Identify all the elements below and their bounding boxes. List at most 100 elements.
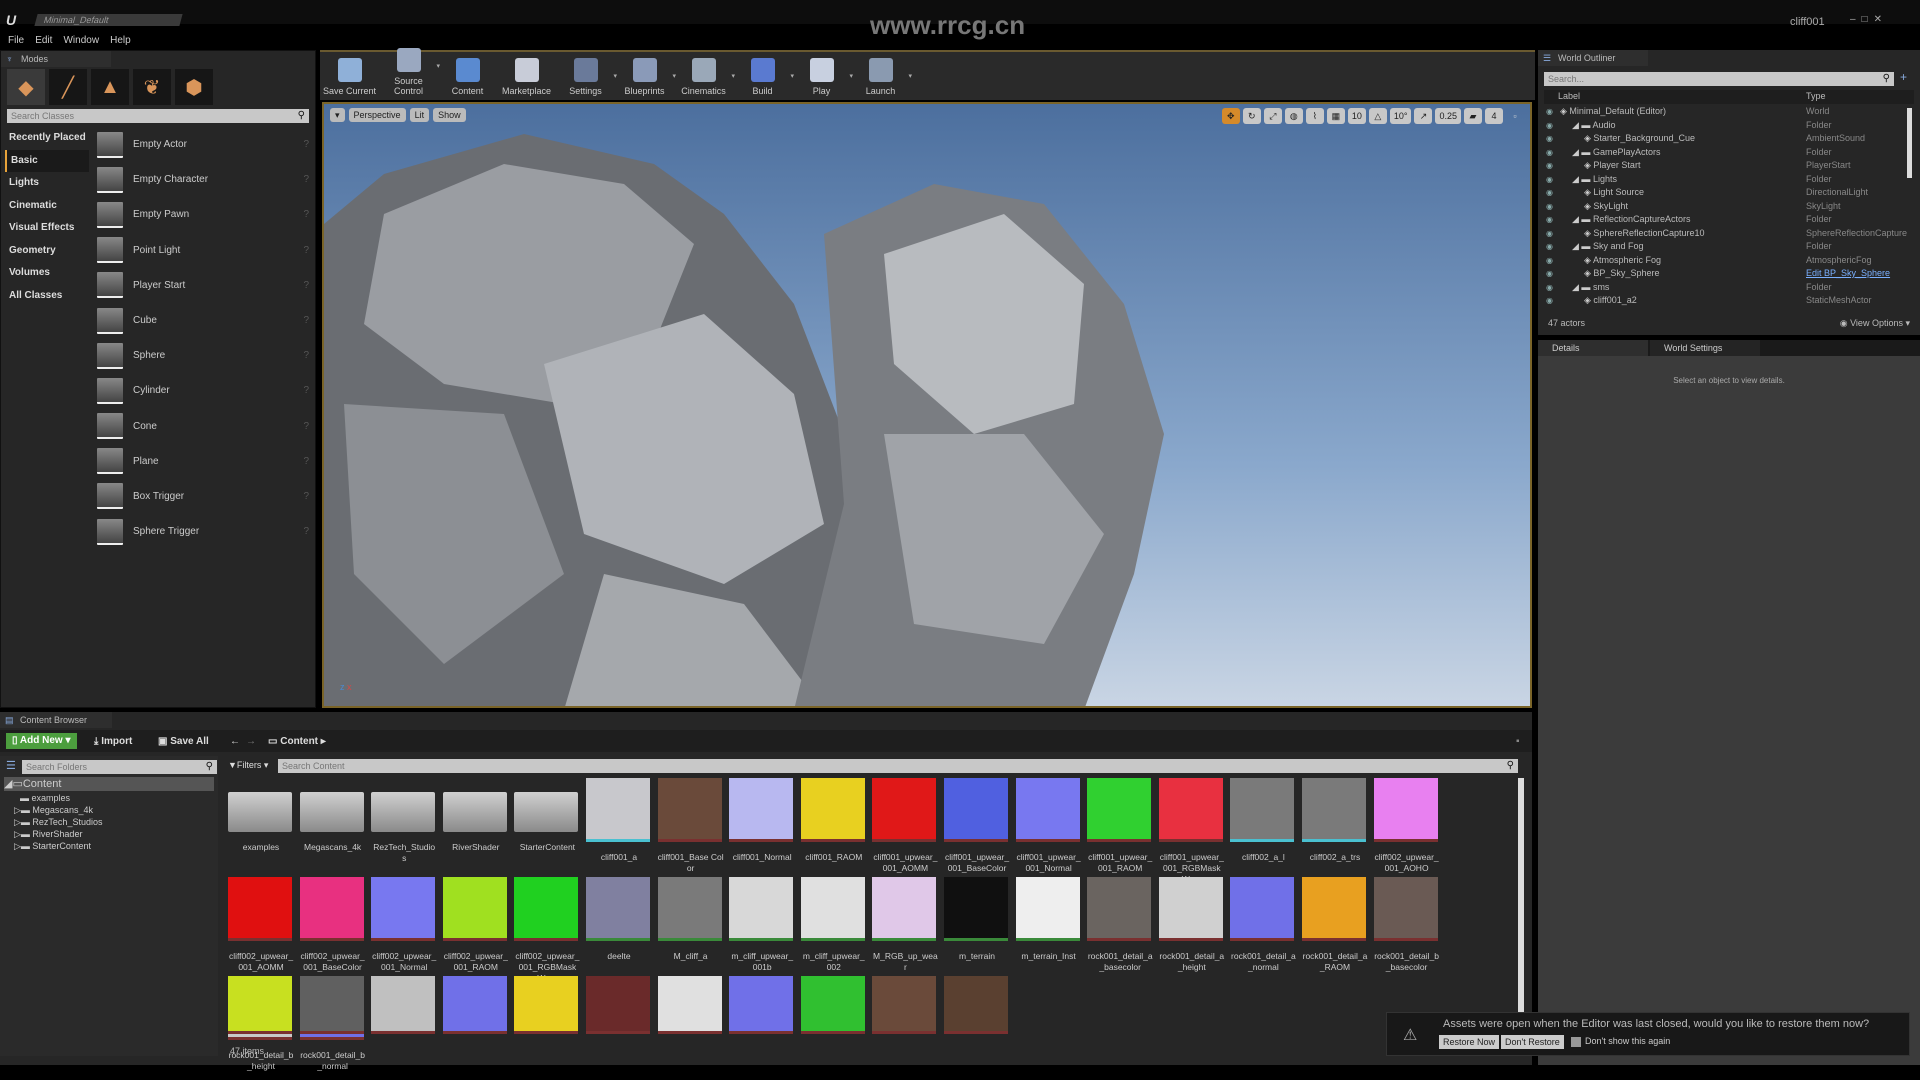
asset-tile[interactable]: rock001_detail_a_height (1158, 877, 1225, 973)
viewport-options-dropdown[interactable]: ▾ (330, 108, 345, 122)
world-outliner-tab[interactable]: ☰ World Outliner (1538, 50, 1648, 66)
asset-tile[interactable] (657, 976, 724, 1034)
asset-tile[interactable] (800, 976, 867, 1034)
category-visual-effects[interactable]: Visual Effects (5, 217, 89, 240)
visibility-eye-icon[interactable]: ◉ (1546, 200, 1553, 214)
place-item-empty-character[interactable]: Empty Character? (93, 162, 313, 197)
outliner-row[interactable]: ◉ ◢ ▬ sms Folder (1544, 281, 1900, 295)
foliage-mode-icon[interactable]: ❦ (133, 69, 171, 105)
category-geometry[interactable]: Geometry (5, 240, 89, 263)
outliner-row[interactable]: ◉ ◈ SphereReflectionCapture10 SphereReflec… (1544, 227, 1907, 241)
help-icon[interactable]: ? (303, 315, 309, 326)
details-tab[interactable]: Details (1538, 340, 1648, 356)
outliner-row[interactable]: ◉ ◈ BP_Sky_Sphere Edit BP_Sky_Sphere (1544, 267, 1900, 281)
help-icon[interactable]: ? (303, 139, 309, 150)
asset-tile[interactable]: cliff002_upwear_001_AOMM (228, 877, 294, 973)
help-icon[interactable]: ? (303, 526, 309, 537)
landscape-mode-icon[interactable]: ▲ (91, 69, 129, 105)
search-content-input[interactable]: Search Content ⚲ (278, 759, 1518, 773)
angle-icon[interactable]: △ (1368, 108, 1387, 124)
show-button[interactable]: Show (433, 108, 466, 122)
search-classes-input[interactable]: Search Classes ⚲ (7, 109, 309, 123)
visibility-eye-icon[interactable]: ◉ (1546, 213, 1553, 227)
outliner-row[interactable]: ◉ ◈ Minimal_Default (Editor) World (1544, 105, 1900, 119)
launch-button[interactable]: Launch ▾ (851, 58, 912, 100)
maximize-viewport-icon[interactable]: ▫ (1506, 108, 1524, 124)
asset-tile[interactable]: M_cliff_a (657, 877, 724, 962)
marketplace-button[interactable]: Marketplace (497, 58, 556, 100)
outliner-row[interactable]: ◉ ◢ ▬ Audio Folder (1544, 119, 1900, 133)
outliner-row[interactable]: ◉ ◈ Player Start PlayerStart (1544, 159, 1900, 173)
source-control-button[interactable]: Source Control ▾ (379, 48, 440, 100)
blueprints-button[interactable]: Blueprints ▾ (615, 58, 676, 100)
category-cinematic[interactable]: Cinematic (5, 195, 89, 218)
asset-tile[interactable] (872, 976, 938, 1034)
edit-blueprint-link[interactable]: Edit BP_Sky_Sphere (1806, 267, 1890, 281)
outliner-row[interactable]: ◉ ◢ ▬ Sky and Fog Folder (1544, 240, 1900, 254)
asset-tile[interactable]: rock001_detail_a_normal (1230, 877, 1296, 973)
view-options-button[interactable]: ◉ View Options ▾ (1840, 318, 1910, 329)
asset-tile[interactable]: cliff002_a_trs (1302, 778, 1368, 863)
tree-item-content[interactable]: ◢▭Content (4, 777, 214, 791)
help-icon[interactable]: ? (303, 350, 309, 361)
back-button[interactable]: ← (230, 736, 240, 747)
folder-tile[interactable]: Megascans_4k (299, 778, 366, 853)
scale-icon[interactable]: ⤢ (1263, 108, 1282, 124)
visibility-eye-icon[interactable]: ◉ (1546, 105, 1553, 119)
asset-tile[interactable]: cliff001_upwear_001_AOMM (872, 778, 938, 874)
asset-tile[interactable]: deelte (586, 877, 652, 962)
asset-tile[interactable] (729, 976, 795, 1034)
asset-tile[interactable] (228, 976, 294, 1034)
import-button[interactable]: ⤓ Import (94, 736, 132, 747)
visibility-eye-icon[interactable]: ◉ (1546, 267, 1553, 281)
content-button[interactable]: Content (438, 58, 497, 100)
help-icon[interactable]: ? (303, 421, 309, 432)
asset-tile[interactable] (944, 976, 1010, 1034)
asset-tile[interactable]: rock001_detail_a_RAOM (1302, 877, 1368, 973)
help-icon[interactable]: ? (303, 174, 309, 185)
menu-edit[interactable]: Edit (35, 35, 52, 46)
help-icon[interactable]: ? (303, 209, 309, 220)
outliner-row[interactable]: ◉ ◢ ▬ ReflectionCaptureActors Folder (1544, 213, 1900, 227)
asset-tile[interactable]: cliff001_Base Color (657, 778, 724, 874)
visibility-eye-icon[interactable]: ◉ (1546, 227, 1553, 241)
lit-button[interactable]: Lit (409, 108, 430, 122)
dont-show-checkbox[interactable] (1571, 1037, 1581, 1047)
outliner-row[interactable]: ◉ ◢ ▬ GamePlayActors Folder (1544, 146, 1900, 160)
world-icon[interactable]: ◍ (1284, 108, 1303, 124)
outliner-row[interactable]: ◉ ◢ ▬ Lights Folder (1544, 173, 1900, 187)
translate-icon[interactable]: ✥ (1221, 108, 1240, 124)
folder-tile[interactable]: examples (228, 778, 294, 853)
help-icon[interactable]: ? (303, 245, 309, 256)
visibility-eye-icon[interactable]: ◉ (1546, 173, 1553, 187)
level-viewport[interactable]: ▾ Perspective Lit Show ✥ ↻ ⤢ ◍ ⌇ ▦ 10 △ … (322, 102, 1532, 708)
visibility-eye-icon[interactable]: ◉ (1546, 294, 1553, 308)
cinematics-button[interactable]: Cinematics ▾ (674, 58, 735, 100)
visibility-eye-icon[interactable]: ◉ (1546, 254, 1553, 268)
help-icon[interactable]: ? (303, 456, 309, 467)
tree-item-startercontent[interactable]: ▷▬ StarterContent (14, 841, 91, 852)
visibility-eye-icon[interactable]: ◉ (1546, 132, 1553, 146)
visibility-eye-icon[interactable]: ◉ (1546, 159, 1553, 173)
asset-tile[interactable]: cliff001_a (586, 778, 652, 863)
outliner-row[interactable]: ◉ ◈ Starter_Background_Cue AmbientSound (1544, 132, 1900, 146)
search-folders-input[interactable]: Search Folders ⚲ (22, 760, 217, 774)
asset-tile[interactable] (371, 976, 437, 1034)
asset-tile[interactable]: m_terrain (944, 877, 1010, 962)
place-item-plane[interactable]: Plane? (93, 444, 313, 479)
paint-mode-icon[interactable]: ╱ (49, 69, 87, 105)
folder-tile[interactable]: RezTech_Studios (371, 778, 437, 864)
visibility-eye-icon[interactable]: ◉ (1546, 146, 1553, 160)
asset-tile[interactable]: m_cliff_upwear_002 (800, 877, 867, 973)
save-current-button[interactable]: Save Current (320, 58, 379, 100)
modes-tab[interactable]: ♆ Modes (1, 51, 111, 67)
asset-tile[interactable]: cliff001_upwear_001_Normal (1015, 778, 1082, 874)
category-recently-placed[interactable]: Recently Placed (5, 127, 89, 150)
menu-help[interactable]: Help (110, 35, 131, 46)
restore-now-button[interactable]: Restore Now (1439, 1035, 1500, 1049)
place-item-cone[interactable]: Cone? (93, 409, 313, 444)
visibility-eye-icon[interactable]: ◉ (1546, 119, 1553, 133)
place-item-empty-actor[interactable]: Empty Actor? (93, 127, 313, 162)
build-button[interactable]: Build ▾ (733, 58, 794, 100)
tree-item-rivershader[interactable]: ▷▬ RiverShader (14, 829, 82, 840)
